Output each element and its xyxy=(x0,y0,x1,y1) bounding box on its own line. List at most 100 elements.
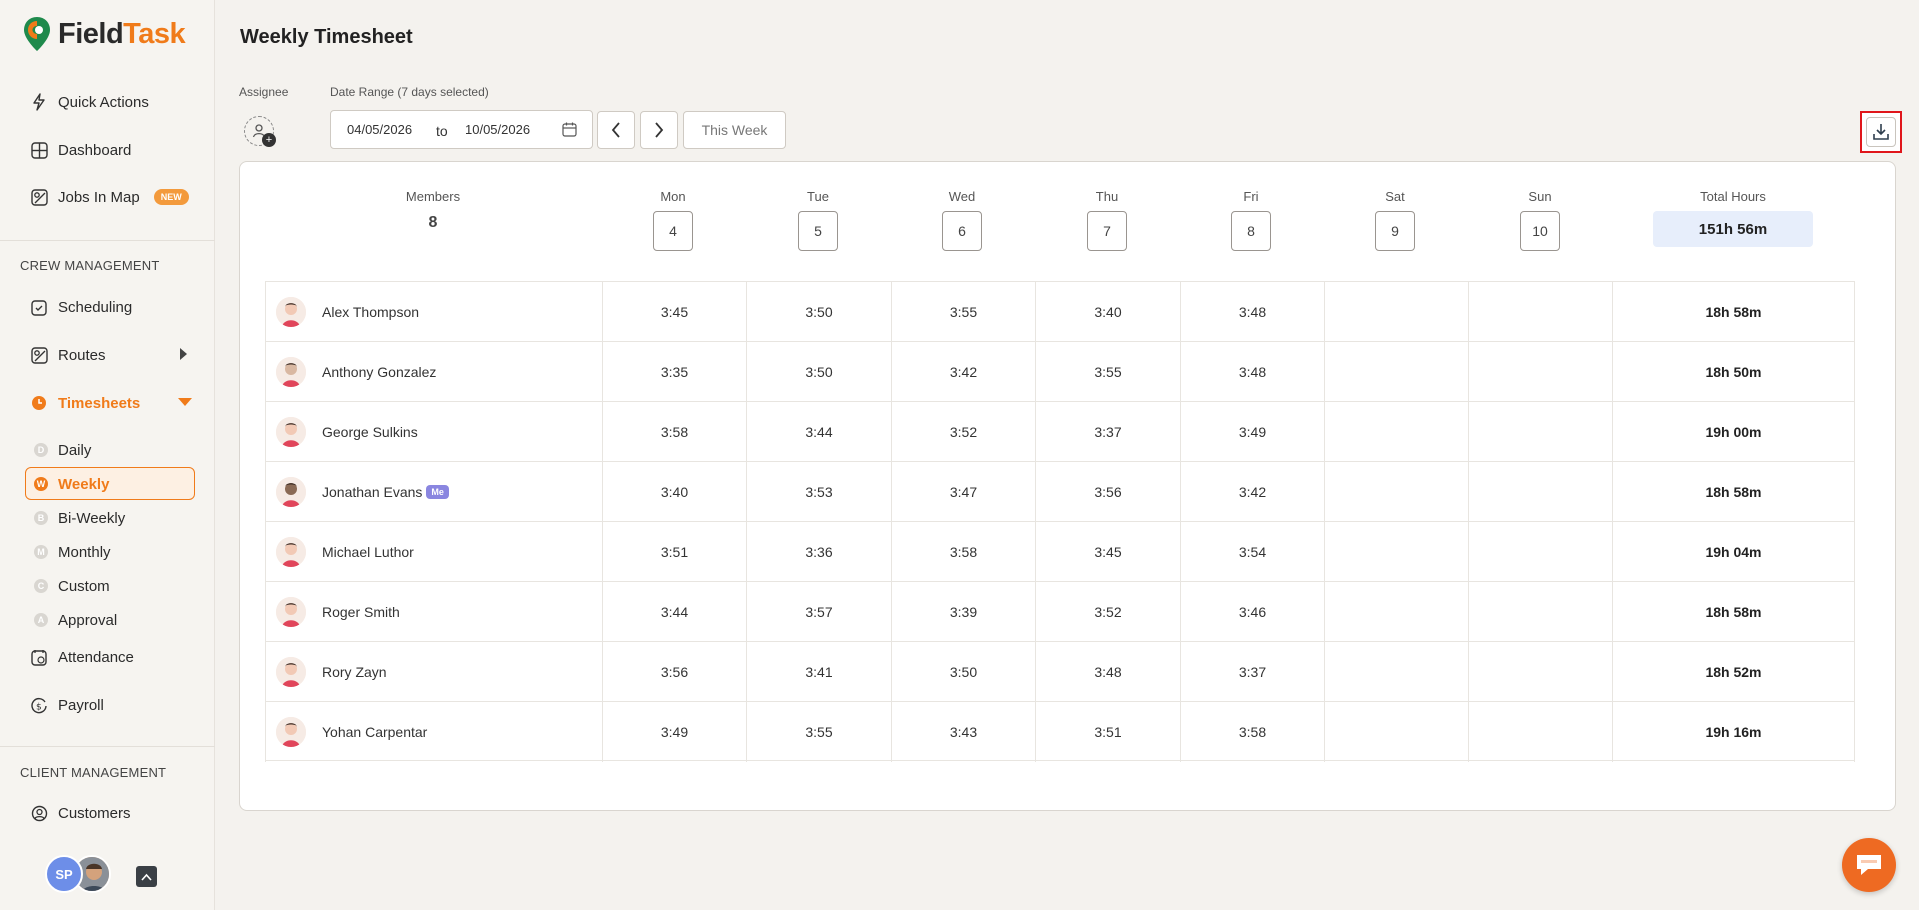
subnav-custom[interactable]: C Custom xyxy=(34,575,110,597)
day-number-box[interactable]: 5 xyxy=(798,211,838,251)
member-cell[interactable]: Roger Smith xyxy=(265,582,602,642)
subnav-weekly[interactable]: W Weekly xyxy=(34,473,109,495)
subnav-approval[interactable]: A Approval xyxy=(34,609,117,631)
hours-cell[interactable]: 3:55 xyxy=(746,702,891,762)
hours-cell[interactable] xyxy=(1468,702,1612,762)
hours-cell[interactable]: 3:55 xyxy=(891,282,1035,342)
nav-dashboard[interactable]: Dashboard xyxy=(30,138,131,162)
nav-routes[interactable]: Routes xyxy=(30,343,106,367)
hours-cell[interactable]: 3:55 xyxy=(1035,342,1180,402)
hours-cell[interactable]: 3:42 xyxy=(1180,462,1324,522)
table-row[interactable]: Anthony Gonzalez 3:35 3:50 3:42 3:55 3:48 18h … xyxy=(265,341,1855,402)
hours-cell[interactable]: 3:51 xyxy=(1035,702,1180,762)
hours-cell[interactable] xyxy=(1324,282,1468,342)
table-row[interactable]: Alex Thompson 3:45 3:50 3:55 3:40 3:48 18h 58m xyxy=(265,281,1855,342)
day-number-box[interactable]: 10 xyxy=(1520,211,1560,251)
hours-cell[interactable]: 3:42 xyxy=(891,342,1035,402)
hours-cell[interactable]: 3:37 xyxy=(1180,642,1324,702)
table-row[interactable]: Rory Zayn 3:56 3:41 3:50 3:48 3:37 18h 52m xyxy=(265,641,1855,702)
hours-cell[interactable]: 3:57 xyxy=(746,582,891,642)
hours-cell[interactable]: 3:48 xyxy=(1180,342,1324,402)
member-cell[interactable]: Michael Luthor xyxy=(265,522,602,582)
hours-cell[interactable]: 3:50 xyxy=(891,642,1035,702)
hours-cell[interactable]: 3:49 xyxy=(602,702,746,762)
hours-cell[interactable] xyxy=(1468,342,1612,402)
day-number-box[interactable]: 8 xyxy=(1231,211,1271,251)
calendar-icon[interactable] xyxy=(562,122,577,140)
download-button[interactable] xyxy=(1860,111,1902,153)
hours-cell[interactable] xyxy=(1324,342,1468,402)
hours-cell[interactable]: 3:43 xyxy=(891,702,1035,762)
hours-cell[interactable]: 3:51 xyxy=(602,522,746,582)
hours-cell[interactable] xyxy=(1468,522,1612,582)
nav-timesheets[interactable]: Timesheets xyxy=(30,391,140,415)
hours-cell[interactable] xyxy=(1324,522,1468,582)
chat-button[interactable] xyxy=(1842,838,1896,892)
hours-cell[interactable]: 3:54 xyxy=(1180,522,1324,582)
hours-cell[interactable]: 3:56 xyxy=(1035,462,1180,522)
nav-attendance[interactable]: Attendance xyxy=(30,645,134,669)
nav-customers[interactable]: Customers xyxy=(30,801,131,825)
nav-quick-actions[interactable]: Quick Actions xyxy=(30,90,149,114)
expand-up-button[interactable] xyxy=(136,866,157,887)
hours-cell[interactable]: 3:58 xyxy=(1180,702,1324,762)
hours-cell[interactable]: 3:45 xyxy=(602,282,746,342)
hours-cell[interactable]: 3:48 xyxy=(1180,282,1324,342)
hours-cell[interactable] xyxy=(1468,402,1612,462)
date-range-input[interactable]: 04/05/2026 to 10/05/2026 xyxy=(330,110,593,149)
hours-cell[interactable]: 3:52 xyxy=(891,402,1035,462)
hours-cell[interactable]: 3:45 xyxy=(1035,522,1180,582)
hours-cell[interactable]: 3:49 xyxy=(1180,402,1324,462)
hours-cell[interactable] xyxy=(1324,462,1468,522)
hours-cell[interactable]: 3:44 xyxy=(602,582,746,642)
hours-cell[interactable] xyxy=(1324,642,1468,702)
hours-cell[interactable]: 3:53 xyxy=(746,462,891,522)
subnav-monthly[interactable]: M Monthly xyxy=(34,541,111,563)
user-avatars[interactable]: SP xyxy=(45,855,111,893)
subnav-bi-weekly[interactable]: B Bi-Weekly xyxy=(34,507,125,529)
brand-logo[interactable]: FieldTask xyxy=(22,16,186,52)
next-week-button[interactable] xyxy=(640,111,678,149)
hours-cell[interactable] xyxy=(1324,582,1468,642)
hours-cell[interactable]: 3:37 xyxy=(1035,402,1180,462)
hours-cell[interactable]: 3:50 xyxy=(746,282,891,342)
hours-cell[interactable]: 3:44 xyxy=(746,402,891,462)
hours-cell[interactable] xyxy=(1468,462,1612,522)
nav-scheduling[interactable]: Scheduling xyxy=(30,295,132,319)
hours-cell[interactable]: 3:40 xyxy=(1035,282,1180,342)
day-number-box[interactable]: 7 xyxy=(1087,211,1127,251)
chevron-right-icon[interactable] xyxy=(180,348,187,360)
hours-cell[interactable]: 3:47 xyxy=(891,462,1035,522)
hours-cell[interactable]: 3:39 xyxy=(891,582,1035,642)
date-to-value[interactable]: 10/05/2026 xyxy=(465,122,530,137)
hours-cell[interactable]: 3:58 xyxy=(891,522,1035,582)
day-number-box[interactable]: 6 xyxy=(942,211,982,251)
avatar-initials[interactable]: SP xyxy=(45,855,83,893)
hours-cell[interactable]: 3:48 xyxy=(1035,642,1180,702)
table-row[interactable]: Roger Smith 3:44 3:57 3:39 3:52 3:46 18h 58m xyxy=(265,581,1855,642)
hours-cell[interactable]: 3:35 xyxy=(602,342,746,402)
member-cell[interactable]: Anthony Gonzalez xyxy=(265,342,602,402)
hours-cell[interactable]: 3:50 xyxy=(746,342,891,402)
table-row[interactable]: Michael Luthor 3:51 3:36 3:58 3:45 3:54 19h 04… xyxy=(265,521,1855,582)
hours-cell[interactable] xyxy=(1468,582,1612,642)
nav-payroll[interactable]: $ Payroll xyxy=(30,693,104,717)
hours-cell[interactable] xyxy=(1468,642,1612,702)
hours-cell[interactable]: 3:41 xyxy=(746,642,891,702)
table-row[interactable]: George Sulkins 3:58 3:44 3:52 3:37 3:49 19h 00… xyxy=(265,401,1855,462)
hours-cell[interactable] xyxy=(1324,702,1468,762)
member-cell[interactable]: Yohan Carpentar xyxy=(265,702,602,762)
this-week-button[interactable]: This Week xyxy=(683,111,786,149)
hours-cell[interactable]: 3:56 xyxy=(602,642,746,702)
member-cell[interactable]: Alex Thompson xyxy=(265,282,602,342)
hours-cell[interactable] xyxy=(1324,402,1468,462)
nav-jobs-in-map[interactable]: Jobs In Map NEW xyxy=(30,185,189,209)
chevron-down-icon[interactable] xyxy=(178,398,192,406)
previous-week-button[interactable] xyxy=(597,111,635,149)
member-cell[interactable]: Rory Zayn xyxy=(265,642,602,702)
table-row[interactable]: Yohan Carpentar 3:49 3:55 3:43 3:51 3:58 19h 1… xyxy=(265,701,1855,762)
table-row[interactable]: Jonathan Evans Me 3:40 3:53 3:47 3:56 3:42 18h … xyxy=(265,461,1855,522)
hours-cell[interactable]: 3:46 xyxy=(1180,582,1324,642)
day-number-box[interactable]: 4 xyxy=(653,211,693,251)
member-cell[interactable]: Jonathan Evans Me xyxy=(265,462,602,522)
